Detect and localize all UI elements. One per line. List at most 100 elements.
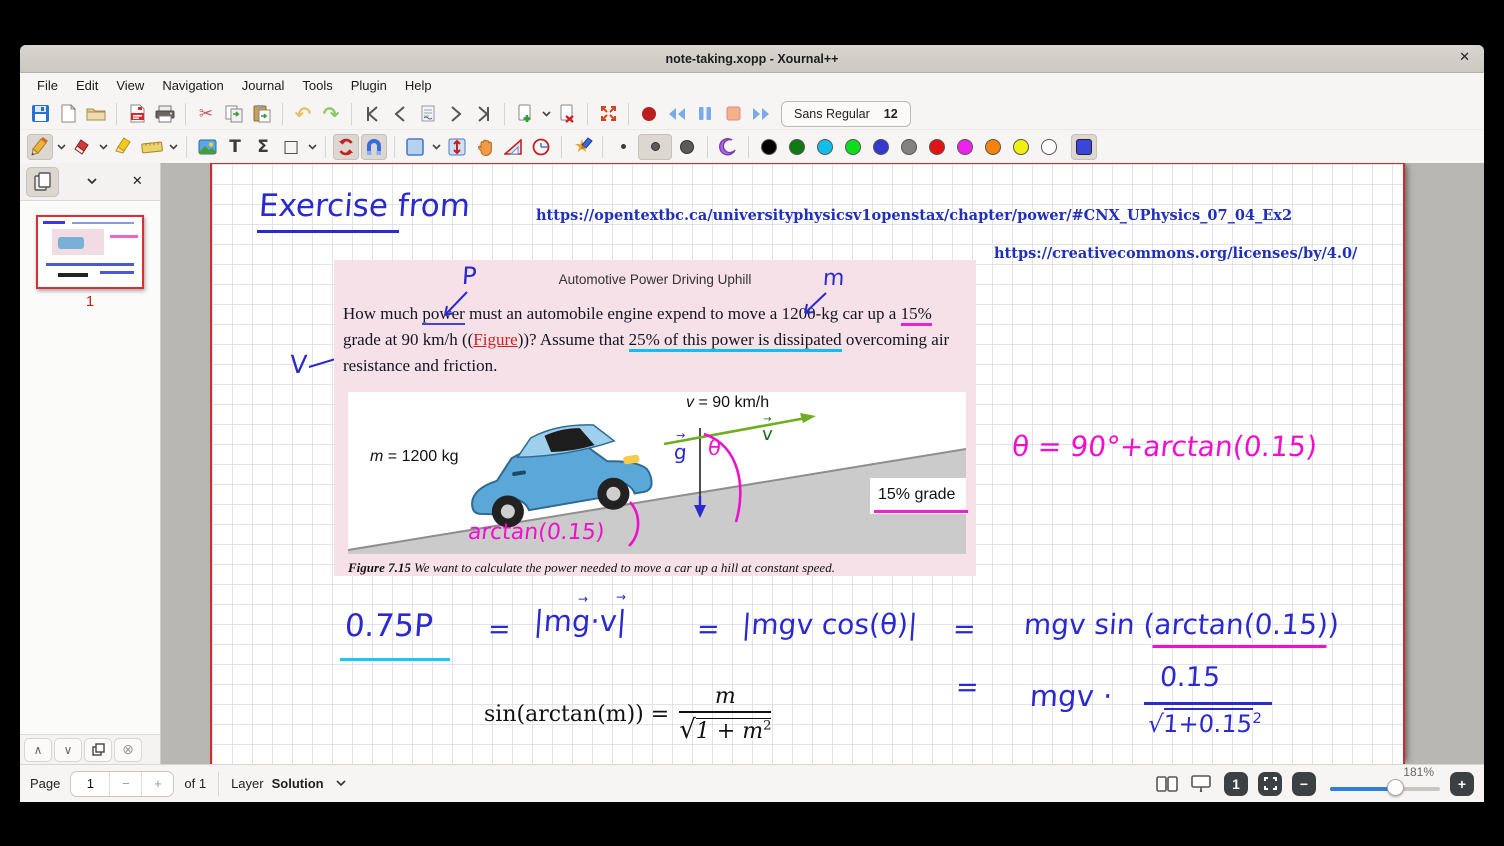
preview-pages-tab[interactable] — [26, 167, 59, 197]
thickness-fine-button[interactable] — [610, 134, 636, 160]
color-black-button[interactable] — [756, 134, 782, 160]
menu-help[interactable]: Help — [396, 75, 441, 96]
menu-view[interactable]: View — [107, 75, 153, 96]
export-pdf-button[interactable] — [124, 101, 150, 127]
stop-button[interactable] — [720, 101, 746, 127]
last-page-button[interactable] — [471, 101, 497, 127]
fullscreen-button[interactable] — [595, 101, 621, 127]
first-page-button[interactable] — [359, 101, 385, 127]
insert-image-button[interactable] — [194, 134, 220, 160]
canvas-area[interactable]: Exercise from https://opentextbc.ca/univ… — [161, 163, 1484, 764]
shape-options-dropdown[interactable] — [305, 134, 319, 160]
zoom-100-button[interactable]: 1 — [1224, 772, 1248, 796]
zoom-in-button[interactable]: + — [1450, 772, 1474, 796]
undo-button[interactable]: ↶ — [290, 101, 316, 127]
zoom-slider[interactable]: 181% — [1330, 769, 1440, 799]
menu-tools[interactable]: Tools — [293, 75, 341, 96]
rotation-snapping-toggle[interactable] — [333, 134, 359, 160]
pen-options-dropdown[interactable] — [54, 134, 68, 160]
color-darkgreen-button[interactable] — [784, 134, 810, 160]
menu-navigation[interactable]: Navigation — [153, 75, 232, 96]
color-blue-button[interactable] — [868, 134, 894, 160]
page-increment-button[interactable]: + — [141, 772, 173, 796]
delete-page-button-sidebar[interactable]: ⊗ — [114, 738, 142, 762]
copy-button[interactable] — [221, 101, 247, 127]
font-selector-button[interactable]: Sans Regular 12 — [781, 101, 911, 127]
source-url[interactable]: https://opentextbc.ca/universityphysicsv… — [536, 207, 1292, 224]
ruler-tool-button[interactable] — [139, 134, 165, 160]
grid-snapping-toggle[interactable] — [361, 134, 387, 160]
file-toolbar: ✂ ↶ ↷ — [20, 98, 1484, 129]
save-button[interactable] — [27, 101, 53, 127]
chevron-down-icon — [99, 144, 108, 150]
eraser-tool-button[interactable] — [69, 134, 95, 160]
previous-page-button[interactable] — [387, 101, 413, 127]
previous-annotated-page-button[interactable] — [415, 101, 441, 127]
color-orange-button[interactable] — [980, 134, 1006, 160]
select-region-button[interactable] — [402, 134, 428, 160]
new-document-button[interactable] — [55, 101, 81, 127]
math-tex-button[interactable]: Σ — [250, 134, 276, 160]
thickness-thick-button[interactable] — [674, 134, 700, 160]
shape-tool-button[interactable]: □ — [278, 134, 304, 160]
print-button[interactable] — [152, 101, 178, 127]
select-options-dropdown[interactable] — [429, 134, 443, 160]
stylus-favorite-button[interactable]: ★ — [569, 134, 595, 160]
vertical-space-button[interactable] — [444, 134, 470, 160]
zoom-slider-thumb[interactable] — [1387, 779, 1404, 796]
open-file-button[interactable] — [83, 101, 109, 127]
zoom-out-button[interactable]: − — [1292, 772, 1316, 796]
duplicate-page-button[interactable] — [84, 738, 112, 762]
text-tool-button[interactable]: T — [222, 134, 248, 160]
page-preview-list[interactable]: 1 — [20, 201, 160, 734]
color-yellow-button[interactable] — [1008, 134, 1034, 160]
compass-tool-button[interactable] — [528, 134, 554, 160]
color-magenta-button[interactable] — [952, 134, 978, 160]
page-number-input[interactable]: 1 — [71, 772, 109, 796]
color-red-button[interactable] — [924, 134, 950, 160]
pen-tool-button[interactable] — [27, 134, 53, 160]
pause-button[interactable] — [692, 101, 718, 127]
sidebar-dropdown[interactable] — [75, 167, 108, 197]
setsquare-tool-button[interactable] — [500, 134, 526, 160]
layer-value[interactable]: Solution — [272, 776, 324, 791]
color-gray-button[interactable] — [896, 134, 922, 160]
page-decrement-button[interactable]: − — [109, 772, 141, 796]
layer-dropdown[interactable] — [336, 780, 346, 787]
menu-edit[interactable]: Edit — [67, 75, 107, 96]
next-page-button[interactable] — [443, 101, 469, 127]
redo-button[interactable]: ↷ — [318, 101, 344, 127]
sidebar-close-button[interactable]: ✕ — [121, 167, 154, 197]
color-cyan-button[interactable] — [812, 134, 838, 160]
title-bar[interactable]: note-taking.xopp - Xournal++ ✕ — [20, 45, 1484, 73]
zoom-fit-button[interactable] — [1258, 772, 1282, 796]
move-down-button[interactable]: ∨ — [54, 738, 82, 762]
delete-page-button[interactable] — [554, 101, 580, 127]
menu-journal[interactable]: Journal — [233, 75, 294, 96]
document-page[interactable]: Exercise from https://opentextbc.ca/univ… — [210, 163, 1405, 764]
cut-button[interactable]: ✂ — [193, 101, 219, 127]
dual-page-view-button[interactable] — [1154, 772, 1180, 796]
rewind-button[interactable] — [664, 101, 690, 127]
ruler-options-dropdown[interactable] — [166, 134, 180, 160]
menu-plugin[interactable]: Plugin — [342, 75, 396, 96]
paste-button[interactable] — [249, 101, 275, 127]
color-white-button[interactable] — [1036, 134, 1062, 160]
license-url[interactable]: https://creativecommons.org/licenses/by/… — [994, 245, 1357, 262]
add-page-dropdown[interactable] — [539, 101, 553, 127]
eraser-options-dropdown[interactable] — [96, 134, 110, 160]
add-page-button[interactable] — [512, 101, 538, 127]
highlighter-tool-button[interactable] — [111, 134, 137, 160]
close-window-icon[interactable]: ✕ — [1459, 50, 1470, 65]
forward-button[interactable] — [748, 101, 774, 127]
thickness-medium-button[interactable] — [638, 134, 672, 160]
color-green-button[interactable] — [840, 134, 866, 160]
hand-tool-button[interactable] — [472, 134, 498, 160]
page-1-thumbnail[interactable] — [36, 215, 144, 289]
presentation-mode-button[interactable] — [1188, 772, 1214, 796]
record-audio-button[interactable] — [636, 101, 662, 127]
menu-file[interactable]: File — [28, 75, 67, 96]
move-up-button[interactable]: ∧ — [24, 738, 52, 762]
fill-tool-button[interactable] — [715, 134, 741, 160]
color-picker-button[interactable] — [1071, 134, 1097, 160]
